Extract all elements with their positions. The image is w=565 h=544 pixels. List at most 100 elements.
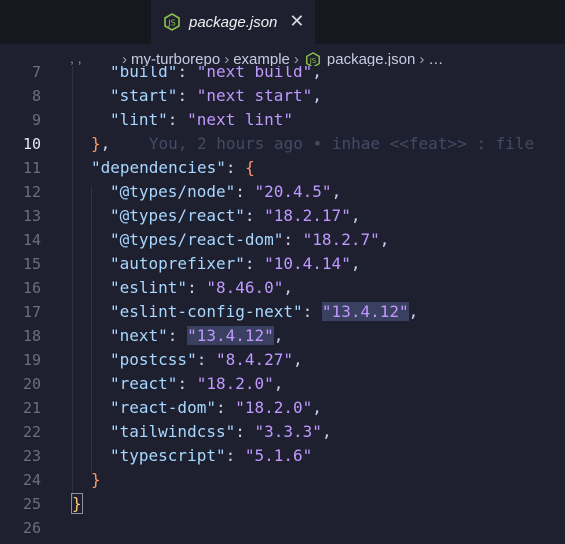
colon: : — [215, 398, 236, 417]
json-key: "postcss" — [110, 350, 197, 369]
code-line[interactable]: 25} — [0, 492, 565, 516]
colon: : — [177, 374, 197, 393]
code-text: "postcss": "8.4.27", — [110, 348, 303, 372]
code-line[interactable]: 14 "@types/react-dom": "18.2.7", — [0, 228, 565, 252]
code-line[interactable]: 21 "react-dom": "18.2.0", — [0, 396, 565, 420]
line-number: 20 — [22, 375, 41, 393]
comma: , — [312, 398, 322, 417]
json-key: "lint" — [110, 110, 168, 129]
comma: , — [312, 86, 322, 105]
tab-package-json[interactable]: JS package.json ✕ — [151, 0, 315, 44]
json-value: "next build" — [196, 66, 313, 81]
json-value: "5.1.6" — [244, 446, 313, 465]
code-line[interactable]: 20 "react": "18.2.0", — [0, 372, 565, 396]
code-line[interactable]: 8 "start": "next start", — [0, 84, 565, 108]
json-value: "10.4.14" — [264, 254, 351, 273]
line-number: 22 — [22, 423, 41, 441]
line-number: 18 — [22, 327, 41, 345]
svg-text:JS: JS — [309, 56, 317, 65]
json-value: "next start" — [196, 86, 313, 105]
json-key: "typescript" — [110, 446, 226, 465]
colon: : — [283, 230, 303, 249]
code-text: "next": "13.4.12", — [110, 324, 283, 348]
json-key: "eslint-config-next" — [110, 302, 303, 321]
line-number: 12 — [22, 183, 41, 201]
colon: : — [244, 254, 265, 273]
comma: , — [293, 350, 303, 369]
comma: , — [273, 374, 284, 393]
json-key: "dependencies" — [91, 158, 226, 177]
code-text: "start": "next start", — [110, 84, 322, 108]
close-icon[interactable]: ✕ — [289, 13, 304, 31]
json-key: "@types/react" — [110, 206, 245, 225]
brace: } — [91, 134, 101, 153]
colon: : — [302, 302, 322, 321]
brace: } — [91, 470, 101, 489]
code-editor[interactable]: 7 "build": "next build", 8 "start": "next s… — [0, 66, 565, 544]
colon: : — [167, 110, 188, 129]
comma: , — [273, 326, 284, 345]
code-line[interactable]: 15 "autoprefixer": "10.4.14", — [0, 252, 565, 276]
code-line[interactable]: 9 "lint": "next lint" — [0, 108, 565, 132]
colon: : — [177, 66, 197, 81]
json-key: "tailwindcss" — [110, 422, 236, 441]
nodejs-icon: JS — [164, 13, 180, 31]
json-key: "next" — [110, 326, 168, 345]
json-value: "13.4.12" — [321, 302, 409, 321]
code-text: "react": "18.2.0", — [110, 372, 283, 396]
code-line[interactable]: 23 "typescript": "5.1.6" — [0, 444, 565, 468]
line-number: 17 — [22, 303, 41, 321]
colon: : — [235, 182, 255, 201]
code-text: "eslint": "8.46.0", — [110, 276, 293, 300]
code-text: } — [91, 468, 101, 492]
colon: : — [196, 350, 216, 369]
code-text: "@types/node": "20.4.5", — [110, 180, 341, 204]
line-number: 9 — [31, 111, 41, 129]
json-value: "20.4.5" — [254, 182, 332, 201]
colon: : — [235, 422, 255, 441]
colon: : — [177, 86, 197, 105]
line-number: 19 — [22, 351, 41, 369]
line-number: 24 — [22, 471, 41, 489]
code-line[interactable]: 16 "eslint": "8.46.0", — [0, 276, 565, 300]
colon: : — [225, 158, 246, 177]
code-line[interactable]: 17 "eslint-config-next": "13.4.12", — [0, 300, 565, 324]
code-line[interactable]: 19 "postcss": "8.4.27", — [0, 348, 565, 372]
code-line[interactable]: 22 "tailwindcss": "3.3.3", — [0, 420, 565, 444]
line-number: 15 — [22, 255, 41, 273]
comma: , — [350, 206, 361, 225]
code-line[interactable]: 26 — [0, 516, 565, 540]
code-line[interactable]: 12 "@types/node": "20.4.5", — [0, 180, 565, 204]
json-key: "react" — [110, 374, 178, 393]
code-text: "autoprefixer": "10.4.14", — [110, 252, 360, 276]
code-line[interactable]: 11 "dependencies": { — [0, 156, 565, 180]
code-line[interactable]: 24} — [0, 468, 565, 492]
json-value: "3.3.3" — [254, 422, 322, 441]
code-text: "dependencies": { — [91, 156, 255, 180]
colon: : — [244, 206, 265, 225]
comma: , — [331, 182, 342, 201]
code-text: "@types/react": "18.2.17", — [110, 204, 360, 228]
code-line[interactable]: 18 "next": "13.4.12", — [0, 324, 565, 348]
line-number: 16 — [22, 279, 41, 297]
comma: , — [408, 302, 419, 321]
code-text: "tailwindcss": "3.3.3", — [110, 420, 332, 444]
colon: : — [167, 326, 188, 345]
code-line[interactable]: 13 "@types/react": "18.2.17", — [0, 204, 565, 228]
comma: , — [350, 254, 361, 273]
comma: , — [321, 422, 332, 441]
code-text: }, You, 2 hours ago • inhae <<feat>> : f… — [91, 132, 534, 156]
json-value: "18.2.7" — [302, 230, 380, 249]
code-line[interactable]: 7 "build": "next build", — [0, 66, 565, 84]
comma: , — [312, 66, 322, 81]
breadcrumb-prefix: , , — [70, 50, 82, 66]
json-value: "18.2.0" — [235, 398, 313, 417]
line-number: 23 — [22, 447, 41, 465]
line-number: 8 — [31, 87, 41, 105]
code-line[interactable]: 10 }, You, 2 hours ago • inhae <<feat>> :… — [0, 132, 565, 156]
line-number: 10 — [22, 135, 41, 153]
line-number: 25 — [22, 495, 41, 513]
tab-label: package.json — [189, 13, 278, 31]
comma: , — [379, 230, 390, 249]
line-number: 11 — [22, 159, 41, 177]
